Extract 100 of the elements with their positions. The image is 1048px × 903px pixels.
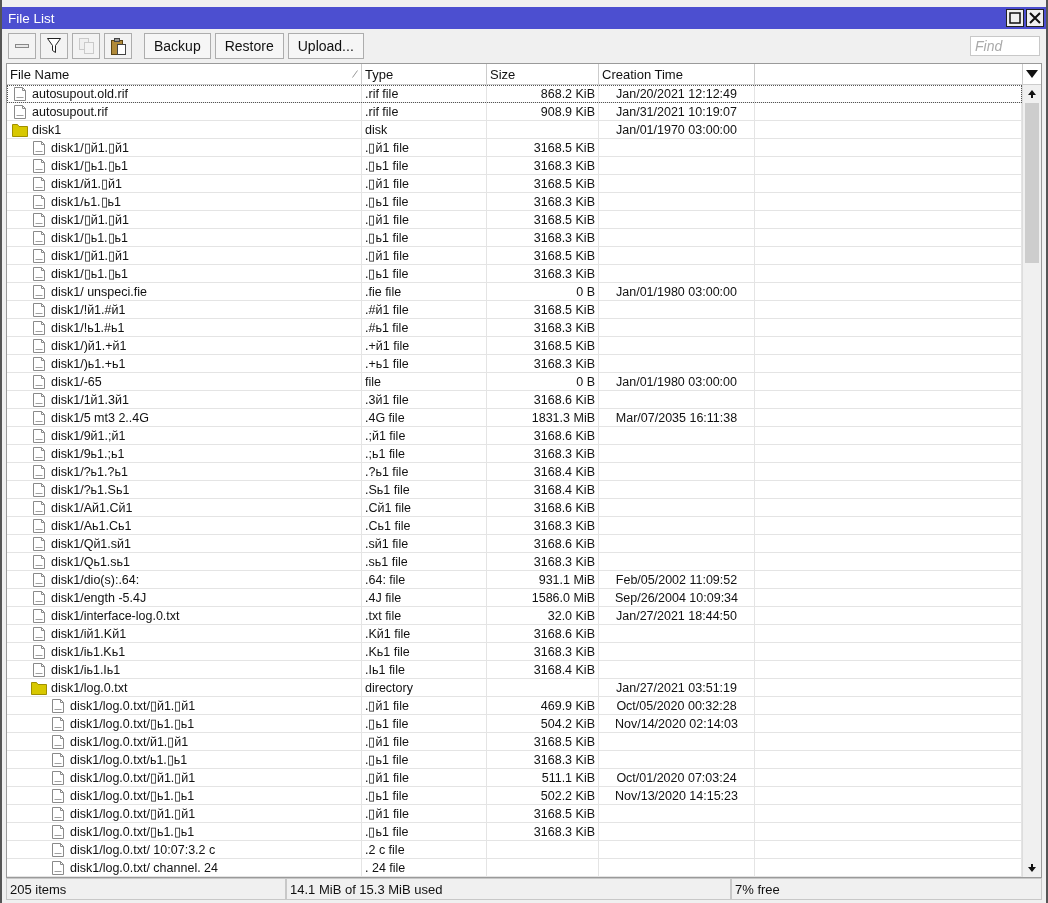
table-row[interactable]: disk1/log.0.txt/▯й1.▯й1 .▯й1 file 3168.5 KiB [7, 805, 1022, 823]
table-row[interactable]: disk1/log.0.txt/▯й1.▯й1 .▯й1 file 469.9 KiB Oct/05/2020 00:32:28 [7, 697, 1022, 715]
file-icon [31, 139, 47, 156]
paste-button[interactable] [104, 33, 132, 59]
table-row[interactable]: disk1/9ь1.;ь1 .;ь1 file 3168.3 KiB [7, 445, 1022, 463]
table-row[interactable]: disk1/!й1.#й1 .#й1 file 3168.5 KiB [7, 301, 1022, 319]
file-type: .▯ь1 file [365, 824, 409, 839]
table-row[interactable]: disk1/9й1.;й1 .;й1 file 3168.6 KiB [7, 427, 1022, 445]
scroll-up-icon[interactable] [1027, 89, 1037, 99]
table-row[interactable]: disk1/-65 file 0 B Jan/01/1980 03:00:00 [7, 373, 1022, 391]
table-row[interactable]: disk1/?ь1.?ь1 .?ь1 file 3168.4 KiB [7, 463, 1022, 481]
file-name: disk1/1й1.3й1 [51, 392, 129, 407]
scrollbar-thumb[interactable] [1025, 103, 1039, 263]
column-header[interactable]: Size [487, 64, 599, 84]
table-row[interactable]: disk1/iь1.Iь1 .Iь1 file 3168.4 KiB [7, 661, 1022, 679]
file-type: .+й1 file [365, 338, 410, 353]
filter-icon [47, 38, 61, 54]
close-icon [1029, 12, 1041, 24]
table-row[interactable]: disk1/iь1.Kь1 .Kь1 file 3168.3 KiB [7, 643, 1022, 661]
table-row[interactable]: disk1/Qй1.sй1 .sй1 file 3168.6 KiB [7, 535, 1022, 553]
table-row[interactable]: disk1/dio(s):.64: .64: file 931.1 MiB Feb/05/2002 11:09:52 [7, 571, 1022, 589]
find-field[interactable]: Find [970, 36, 1040, 56]
table-row[interactable]: disk1/▯ь1.▯ь1 .▯ь1 file 3168.3 KiB [7, 229, 1022, 247]
file-size: 3168.3 KiB [533, 230, 595, 245]
file-icon [31, 283, 47, 300]
toolbar-button[interactable]: Restore [214, 33, 284, 59]
table-row[interactable]: disk1/log.0.txt/ channel. 24 . 24 file [7, 859, 1022, 877]
table-row[interactable]: disk1/▯й1.▯й1 .▯й1 file 3168.5 KiB [7, 247, 1022, 265]
table-row[interactable]: disk1/Qь1.sь1 .sь1 file 3168.3 KiB [7, 553, 1022, 571]
close-button[interactable] [1026, 9, 1044, 27]
file-icon [31, 337, 47, 354]
table-row[interactable]: disk1/iй1.Kй1 .Kй1 file 3168.6 KiB [7, 625, 1022, 643]
file-size: 3168.6 KiB [533, 428, 595, 443]
file-name: disk1/й1.▯й1 [51, 176, 122, 191]
toolbar-button[interactable]: Backup [144, 33, 211, 59]
table-row[interactable]: disk1/ь1.▯ь1 .▯ь1 file 3168.3 KiB [7, 193, 1022, 211]
table-row[interactable]: disk1/log.0.txt/▯ь1.▯ь1 .▯ь1 file 502.2 KiB Nov/13/2020 14:15:23 [7, 787, 1022, 805]
file-type: .Kй1 file [365, 626, 411, 641]
file-name: disk1/)й1.+й1 [51, 338, 127, 353]
file-icon [31, 427, 47, 444]
table-row[interactable]: disk1/▯й1.▯й1 .▯й1 file 3168.5 KiB [7, 139, 1022, 157]
file-name: disk1/log.0.txt/▯й1.▯й1 [70, 770, 196, 785]
file-icon [31, 355, 47, 372]
column-header[interactable]: File Name [7, 64, 362, 84]
maximize-icon [1009, 12, 1021, 24]
table-row[interactable]: disk1/log.0.txt directory Jan/27/2021 03:51:19 [7, 679, 1022, 697]
maximize-button[interactable] [1006, 9, 1024, 27]
table-row[interactable]: disk1/▯ь1.▯ь1 .▯ь1 file 3168.3 KiB [7, 265, 1022, 283]
file-type: .#ь1 file [365, 320, 409, 335]
table-row[interactable]: disk1/!ь1.#ь1 .#ь1 file 3168.3 KiB [7, 319, 1022, 337]
file-type: .▯ь1 file [365, 716, 409, 731]
table-row[interactable]: disk1/ength -5.4J .4J file 1586.0 MiB Sep/26/2004 10:09:34 [7, 589, 1022, 607]
file-icon [31, 193, 47, 210]
file-name: disk1/log.0.txt/й1.▯й1 [70, 734, 189, 749]
file-name: disk1/log.0.txt/ channel. 24 [70, 860, 218, 875]
table-row[interactable]: autosupout.rif .rif file 908.9 KiB Jan/31/2021 10:19:07 [7, 103, 1022, 121]
creation-time: Jan/27/2021 03:51:19 [616, 680, 737, 695]
table-row[interactable]: disk1/Aй1.Cй1 .Cй1 file 3168.6 KiB [7, 499, 1022, 517]
toolbar-button[interactable]: Upload... [287, 33, 364, 59]
file-type: .Cй1 file [365, 500, 411, 515]
column-header[interactable]: Creation Time [599, 64, 755, 84]
file-type: .▯ь1 file [365, 266, 409, 281]
table-row[interactable]: disk1/?ь1.Sь1 .Sь1 file 3168.4 KiB [7, 481, 1022, 499]
file-name: disk1/)ь1.+ь1 [51, 356, 126, 371]
table-row[interactable]: disk1/)ь1.+ь1 .+ь1 file 3168.3 KiB [7, 355, 1022, 373]
file-icon [31, 571, 47, 588]
table-row[interactable]: disk1/log.0.txt/ь1.▯ь1 .▯ь1 file 3168.3 KiB [7, 751, 1022, 769]
scroll-down-icon[interactable] [1027, 863, 1037, 873]
file-name: autosupout.rif [32, 104, 108, 119]
table-row[interactable]: autosupout.old.rif .rif file 868.2 KiB Jan/20/2021 12:12:49 [7, 85, 1022, 103]
table-row[interactable]: disk1/▯ь1.▯ь1 .▯ь1 file 3168.3 KiB [7, 157, 1022, 175]
table-row[interactable]: disk1/log.0.txt/ 10:07:3.2 c .2 c file [7, 841, 1022, 859]
file-type: .Sь1 file [365, 482, 410, 497]
table-row[interactable]: disk1 disk Jan/01/1970 03:00:00 [7, 121, 1022, 139]
window-title: File List [8, 10, 55, 26]
file-name: disk1/Qй1.sй1 [51, 536, 131, 551]
table-row[interactable]: disk1/1й1.3й1 .3й1 file 3168.6 KiB [7, 391, 1022, 409]
table-row[interactable]: disk1/▯й1.▯й1 .▯й1 file 3168.5 KiB [7, 211, 1022, 229]
table-row[interactable]: disk1/5 mt3 2..4G .4G file 1831.3 MiB Mar/07/2035 16:11:38 [7, 409, 1022, 427]
dropdown-arrow-icon[interactable] [1026, 70, 1038, 78]
table-row[interactable]: disk1/log.0.txt/▯й1.▯й1 .▯й1 file 511.1 KiB Oct/01/2020 07:03:24 [7, 769, 1022, 787]
table-row[interactable]: disk1/log.0.txt/▯ь1.▯ь1 .▯ь1 file 3168.3 KiB [7, 823, 1022, 841]
table-row[interactable]: disk1/interface-log.0.txt .txt file 32.0 KiB Jan/27/2021 18:44:50 [7, 607, 1022, 625]
table-row[interactable]: disk1/Aь1.Cь1 .Cь1 file 3168.3 KiB [7, 517, 1022, 535]
filter-button[interactable] [40, 33, 68, 59]
file-size: 868.2 KiB [540, 86, 595, 101]
folder-icon [31, 680, 47, 695]
creation-time: Oct/01/2020 07:03:24 [616, 770, 737, 785]
table-row[interactable]: disk1/log.0.txt/▯ь1.▯ь1 .▯ь1 file 504.2 KiB Nov/14/2020 02:14:03 [7, 715, 1022, 733]
file-icon [50, 769, 66, 786]
column-header[interactable]: Type [362, 64, 487, 84]
table-row[interactable]: disk1/log.0.txt/й1.▯й1 .▯й1 file 3168.5 KiB [7, 733, 1022, 751]
file-size: 502.2 KiB [540, 788, 595, 803]
file-size: 3168.3 KiB [533, 194, 595, 209]
file-size: 504.2 KiB [540, 716, 595, 731]
table-row[interactable]: disk1/ unspeci.fie .fie file 0 B Jan/01/1980 03:00:00 [7, 283, 1022, 301]
file-icon [12, 85, 28, 102]
table-row[interactable]: disk1/)й1.+й1 .+й1 file 3168.5 KiB [7, 337, 1022, 355]
table-row[interactable]: disk1/й1.▯й1 .▯й1 file 3168.5 KiB [7, 175, 1022, 193]
file-icon [31, 265, 47, 282]
